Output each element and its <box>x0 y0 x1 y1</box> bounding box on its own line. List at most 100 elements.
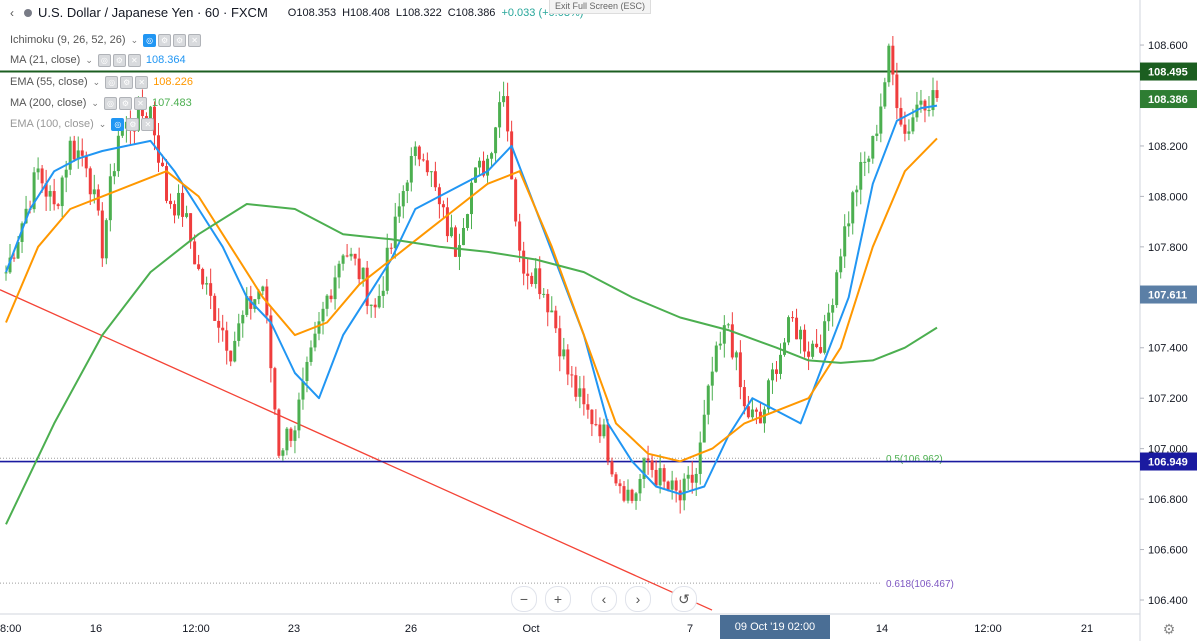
dropdown-chevron-icon[interactable]: ⌄ <box>131 35 139 46</box>
candle-body <box>361 267 365 280</box>
visibility-icon[interactable]: ◎ <box>105 75 119 89</box>
settings-icon[interactable]: ⚙ <box>120 75 134 89</box>
candle-body <box>534 268 538 285</box>
close-icon[interactable]: ✕ <box>133 96 147 110</box>
settings-icon[interactable]: ⚙ <box>118 96 132 110</box>
candle-body <box>734 352 738 358</box>
zoom-out-button[interactable]: − <box>511 586 537 612</box>
candle-body <box>209 283 213 296</box>
study-ema100[interactable]: EMA (100, close) ⌄ ◎ ⚙ ✕ <box>10 115 155 133</box>
candle-body <box>313 333 317 348</box>
candle-body <box>843 226 847 257</box>
candle-body <box>542 293 546 295</box>
candle-body <box>590 409 594 425</box>
candle-body <box>36 168 40 173</box>
x-tick-label: 21 <box>1081 623 1093 635</box>
scroll-left-button[interactable]: ‹ <box>591 586 617 612</box>
candle-body <box>650 460 654 470</box>
candle-body <box>261 286 265 292</box>
symbol-title[interactable]: U.S. Dollar / Japanese Yen · 60 · FXCM <box>38 5 268 20</box>
candle-body <box>742 387 746 407</box>
close-icon[interactable]: ✕ <box>188 33 202 47</box>
y-tick-label: 106.800 <box>1148 494 1188 506</box>
candle-body <box>851 192 855 224</box>
candle-body <box>189 213 193 242</box>
chart-settings-gear-icon[interactable]: ⚙ <box>1160 620 1178 638</box>
candle-body <box>594 424 598 426</box>
candle-body <box>461 227 465 246</box>
x-tick-label: 14 <box>876 623 888 635</box>
scroll-right-button[interactable]: › <box>625 586 651 612</box>
candle-body <box>694 473 698 483</box>
candle-body <box>698 442 702 474</box>
candle-body <box>225 330 229 351</box>
visibility-icon[interactable]: ◎ <box>97 53 111 67</box>
candle-body <box>441 204 445 208</box>
candle-body <box>425 160 429 173</box>
close-icon[interactable]: ✕ <box>141 117 155 131</box>
exit-fullscreen-hint[interactable]: Exit Full Screen (ESC) <box>549 0 652 14</box>
ohlc-values: O108.353 H108.408 L108.322 C108.386 +0.0… <box>288 7 584 19</box>
candle-body <box>855 189 859 193</box>
dropdown-chevron-icon[interactable]: ⌄ <box>99 119 107 130</box>
candle-body <box>169 200 173 205</box>
settings-icon[interactable]: ⚙ <box>158 33 172 47</box>
candle-body <box>526 273 530 276</box>
candle-body <box>177 192 181 216</box>
settings-icon[interactable]: ⚙ <box>173 33 187 47</box>
candle-body <box>899 108 903 125</box>
study-ma21[interactable]: MA (21, close) ⌄ ◎ ⚙ ✕ 108.364 <box>10 51 186 69</box>
candle-body <box>345 255 349 257</box>
candle-body <box>72 140 76 160</box>
settings-icon[interactable]: ⚙ <box>112 53 126 67</box>
y-tick-label: 108.600 <box>1148 40 1188 52</box>
candle-body <box>486 158 490 176</box>
study-value: 108.226 <box>153 76 193 88</box>
close-icon[interactable]: ✕ <box>135 75 149 89</box>
candle-body <box>518 221 522 251</box>
visibility-icon[interactable]: ◎ <box>111 117 125 131</box>
study-ma200[interactable]: MA (200, close) ⌄ ◎ ⚙ ✕ 107.483 <box>10 94 192 112</box>
study-ema55[interactable]: EMA (55, close) ⌄ ◎ ⚙ ✕ 108.226 <box>10 73 193 91</box>
candle-body <box>783 342 787 355</box>
candle-body <box>823 321 827 353</box>
candle-body <box>770 369 774 381</box>
candle-body <box>116 135 120 172</box>
candle-body <box>754 409 758 412</box>
candle-body <box>349 253 353 257</box>
candle-body <box>405 182 409 192</box>
candle-body <box>397 206 401 217</box>
candle-body <box>64 169 68 178</box>
candle-body <box>445 207 449 237</box>
candle-body <box>373 304 377 308</box>
dropdown-chevron-icon[interactable]: ⌄ <box>91 98 99 109</box>
candle-body <box>321 308 325 322</box>
visibility-icon[interactable]: ◎ <box>143 33 157 47</box>
reset-chart-button[interactable]: ↺ <box>671 586 697 612</box>
settings-icon[interactable]: ⚙ <box>126 117 140 131</box>
study-label: MA (200, close) <box>10 97 87 109</box>
collapse-chevron-icon[interactable]: ‹ <box>6 6 18 20</box>
candle-body <box>325 295 329 309</box>
candle-body <box>710 371 714 386</box>
visibility-icon[interactable]: ◎ <box>103 96 117 110</box>
candle-body <box>803 329 807 352</box>
candle-body <box>88 168 92 195</box>
candle-body <box>815 343 819 348</box>
dropdown-chevron-icon[interactable]: ⌄ <box>85 55 93 66</box>
symbol-header: ‹ U.S. Dollar / Japanese Yen · 60 · FXCM… <box>6 5 583 20</box>
candle-body <box>666 481 670 490</box>
candle-body <box>923 100 927 111</box>
candle-body <box>566 349 570 375</box>
candle-body <box>883 82 887 107</box>
study-label: EMA (100, close) <box>10 118 94 130</box>
zoom-in-button[interactable]: + <box>545 586 571 612</box>
close-value: C108.386 <box>447 6 496 19</box>
candle-body <box>895 74 899 109</box>
candle-body <box>161 162 165 167</box>
candle-body <box>778 354 782 374</box>
dropdown-chevron-icon[interactable]: ⌄ <box>93 77 101 88</box>
close-icon[interactable]: ✕ <box>127 53 141 67</box>
candle-body <box>277 409 281 456</box>
study-ichimoku[interactable]: Ichimoku (9, 26, 52, 26) ⌄ ◎ ⚙ ⚙ ✕ <box>10 31 202 49</box>
